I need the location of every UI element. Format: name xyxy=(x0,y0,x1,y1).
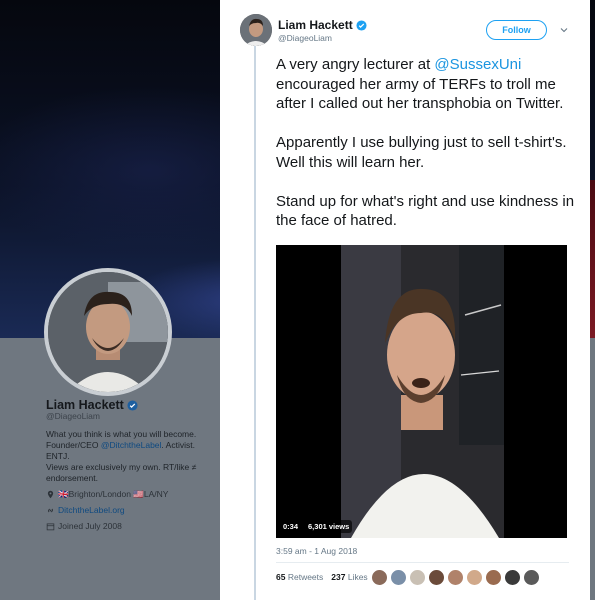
liker-avatar[interactable] xyxy=(523,569,540,586)
author-name[interactable]: Liam Hackett xyxy=(278,18,353,32)
tweet-text: A very angry lecturer at @SussexUni enco… xyxy=(276,55,576,250)
tweet-paragraph: Apparently I use bullying just to sell t… xyxy=(276,134,567,171)
calendar-icon xyxy=(46,523,55,531)
liker-avatar[interactable] xyxy=(466,569,483,586)
location-row: 🇬🇧Brighton/London 🇺🇸LA/NY xyxy=(46,489,216,500)
location-text: 🇬🇧Brighton/London 🇺🇸LA/NY xyxy=(58,489,169,499)
tweet-timestamp[interactable]: 3:59 am - 1 Aug 2018 xyxy=(276,546,357,556)
liker-avatar[interactable] xyxy=(485,569,502,586)
tweet-header: Liam Hackett @DiageoLiam Follow xyxy=(240,14,570,54)
liker-avatar[interactable] xyxy=(390,569,407,586)
liker-avatar[interactable] xyxy=(447,569,464,586)
location-pin-icon xyxy=(47,490,54,499)
author-handle[interactable]: @DiageoLiam xyxy=(278,33,332,43)
video-stats: 0:34 6,301 views xyxy=(280,520,353,533)
liker-avatar[interactable] xyxy=(428,569,445,586)
video-views: 6,301 views xyxy=(305,520,353,533)
tweet-stats: 65 Retweets 237 Likes xyxy=(276,572,368,582)
website-link[interactable]: DitchtheLabel.org xyxy=(58,505,125,516)
joined-row: Joined July 2008 xyxy=(46,521,216,532)
chevron-down-icon[interactable] xyxy=(558,24,570,36)
author-avatar[interactable] xyxy=(240,14,272,46)
video-player[interactable]: 0:34 6,301 views xyxy=(276,245,567,538)
follow-button[interactable]: Follow xyxy=(486,20,547,40)
bio-text: What you think is what you will become. … xyxy=(46,429,197,483)
liker-avatar[interactable] xyxy=(371,569,388,586)
website-row: DitchtheLabel.org xyxy=(46,505,216,516)
profile-avatar[interactable] xyxy=(44,268,172,396)
thread-line xyxy=(254,46,256,600)
tweet-paragraph: Stand up for what's right and use kindne… xyxy=(276,192,575,230)
profile-handle: @DiageoLiam xyxy=(46,411,100,421)
link-icon xyxy=(48,508,53,513)
bio-mention-link[interactable]: @DitchtheLabel xyxy=(101,440,162,450)
likes-stat[interactable]: 237 Likes xyxy=(331,572,367,582)
video-frame xyxy=(341,245,504,538)
tweet-paragraph: A very angry lecturer at @SussexUni enco… xyxy=(276,56,564,112)
liker-avatar[interactable] xyxy=(504,569,521,586)
profile-bio: Liam Hackett @DiageoLiam What you think … xyxy=(46,399,216,532)
retweets-stat[interactable]: 65 Retweets xyxy=(276,572,323,582)
liker-avatar[interactable] xyxy=(409,569,426,586)
joined-text: Joined July 2008 xyxy=(58,521,122,531)
likers-avatars xyxy=(371,569,540,586)
verified-icon xyxy=(127,400,138,411)
mention-link[interactable]: @SussexUni xyxy=(434,56,521,73)
verified-icon xyxy=(356,19,367,31)
divider xyxy=(276,562,569,563)
video-duration: 0:34 xyxy=(280,520,302,533)
profile-name[interactable]: Liam Hackett xyxy=(46,399,124,412)
